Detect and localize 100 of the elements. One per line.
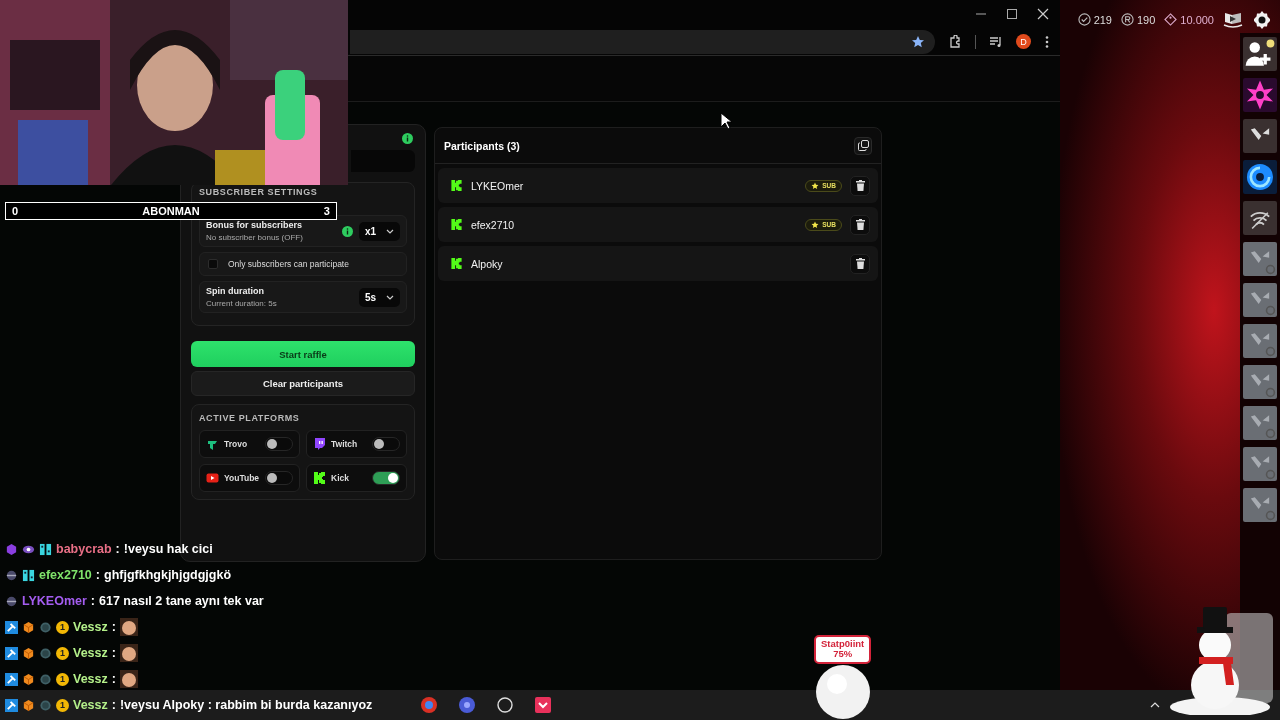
star-icon <box>811 220 820 229</box>
section-heading: ACTIVE PLATFORMS <box>199 413 300 423</box>
kick-icon <box>313 471 326 485</box>
youtube-icon <box>206 471 219 485</box>
add-user-icon[interactable] <box>1243 36 1277 71</box>
participant-name: Alpoky <box>471 257 503 270</box>
grid-badge-icon <box>22 568 35 582</box>
platform-label: Twitch <box>331 439 359 449</box>
chat-message: ghfjgfkhgkjhjgdgjgkö <box>104 568 232 582</box>
toggle-switch[interactable] <box>265 437 293 451</box>
checkbox[interactable] <box>208 259 218 269</box>
copy-icon <box>857 140 869 151</box>
check-circle-icon <box>1077 13 1091 27</box>
v-mark-icon[interactable] <box>1243 364 1277 399</box>
score-left: 0 <box>12 205 19 217</box>
copy-button[interactable] <box>854 136 872 155</box>
diamond-icon <box>1164 13 1178 27</box>
setting-hint: No subscriber bonus (OFF) <box>206 233 304 242</box>
box-icon <box>22 672 35 686</box>
kick-icon <box>450 257 463 270</box>
chat-username: Vessz <box>73 620 108 634</box>
panel-title: Participants (3) <box>444 139 520 152</box>
chat-separator: : <box>111 620 116 634</box>
v-mark-icon[interactable] <box>1243 405 1277 440</box>
kick-icon <box>450 218 463 231</box>
score-right: 3 <box>323 205 330 217</box>
chat-username: Vessz <box>73 698 108 712</box>
dot-badge-icon <box>39 620 52 634</box>
browser-icon[interactable] <box>420 696 438 714</box>
goal-percent: 75% <box>833 649 853 660</box>
participant-name: LYKEOmer <box>471 179 524 192</box>
trash-icon <box>855 180 865 191</box>
swirl-icon[interactable] <box>1243 159 1277 194</box>
v-mark-icon[interactable] <box>1243 323 1277 358</box>
start-button[interactable]: Start raffle <box>191 341 415 367</box>
stat-value: 10.000 <box>1180 13 1214 26</box>
box-icon <box>22 698 35 712</box>
section-heading: SUBSCRIBER SETTINGS <box>199 187 318 197</box>
chat-separator: : <box>111 646 116 660</box>
orb-icon <box>5 594 18 608</box>
box-icon <box>22 646 35 660</box>
dot-badge-icon <box>39 646 52 660</box>
participant-row[interactable]: Alpoky <box>438 246 878 281</box>
app-icon[interactable] <box>496 696 514 714</box>
menu-icon[interactable] <box>1044 34 1050 49</box>
dropdown[interactable]: 5s <box>358 287 400 307</box>
setting-hint: Current duration: 5s <box>206 299 278 308</box>
setting-label: Bonus for subscribers <box>206 220 304 230</box>
star-icon <box>811 181 820 190</box>
toggle-switch[interactable] <box>372 437 400 451</box>
delete-button[interactable] <box>850 253 870 274</box>
chat-username: LYKEOmer <box>22 594 87 608</box>
stat-value: 190 <box>1137 13 1156 26</box>
media-control-icon[interactable] <box>989 34 1003 49</box>
delete-button[interactable] <box>850 214 870 235</box>
extensions-icon[interactable] <box>948 34 962 49</box>
chat-username: Vessz <box>73 646 108 660</box>
chat-separator: : <box>95 568 100 582</box>
setting-label: Spin duration <box>206 286 265 296</box>
points-icon <box>1121 13 1134 27</box>
v-mark-icon[interactable] <box>1243 487 1277 522</box>
chat-username: babycrab <box>56 542 112 556</box>
chevron-down-icon <box>386 294 394 300</box>
v-mark-icon[interactable] <box>1243 282 1277 317</box>
platform-label: YouTube <box>224 473 260 483</box>
v-mark-icon[interactable] <box>1243 446 1277 481</box>
video-library-icon[interactable] <box>1223 10 1243 29</box>
dot-badge-icon <box>39 672 52 686</box>
signal-off-icon[interactable] <box>1243 200 1277 235</box>
flower-icon[interactable] <box>1243 77 1277 112</box>
v-mark-icon[interactable] <box>1243 241 1277 276</box>
kick-icon <box>450 179 463 192</box>
goal-name: Statp0iint <box>821 639 865 650</box>
tray-caret-icon[interactable] <box>1150 702 1160 708</box>
clear-button[interactable]: Clear participants <box>191 371 415 396</box>
close-icon[interactable] <box>1037 8 1049 20</box>
info-icon[interactable] <box>341 225 353 237</box>
info-icon[interactable] <box>402 133 413 144</box>
trash-icon <box>855 258 865 269</box>
app-icon[interactable] <box>534 696 552 714</box>
orb-icon <box>5 568 18 582</box>
dropdown[interactable]: x1 <box>358 221 400 241</box>
dot-badge-icon <box>39 698 52 712</box>
chevron-down-icon <box>386 228 394 234</box>
settings-icon[interactable] <box>1252 9 1272 30</box>
chat-message: !veysu Alpoky : rabbim bi burda kazanıyoz <box>119 698 373 712</box>
delete-button[interactable] <box>850 175 870 196</box>
stat-value: 219 <box>1093 13 1112 26</box>
chat-username: Vessz <box>73 672 108 686</box>
toggle-switch[interactable] <box>372 471 400 485</box>
profile-avatar[interactable]: D <box>1016 34 1031 49</box>
toggle-switch[interactable] <box>265 471 293 485</box>
chat-separator: : <box>90 594 95 608</box>
bookmark-star-icon[interactable] <box>911 34 925 49</box>
v-mark-icon[interactable] <box>1243 118 1277 153</box>
twitch-icon <box>313 437 326 451</box>
app-icon[interactable] <box>458 696 476 714</box>
maximize-icon[interactable] <box>1006 8 1018 20</box>
box-icon <box>22 620 35 634</box>
participant-name: efex2710 <box>471 218 515 231</box>
